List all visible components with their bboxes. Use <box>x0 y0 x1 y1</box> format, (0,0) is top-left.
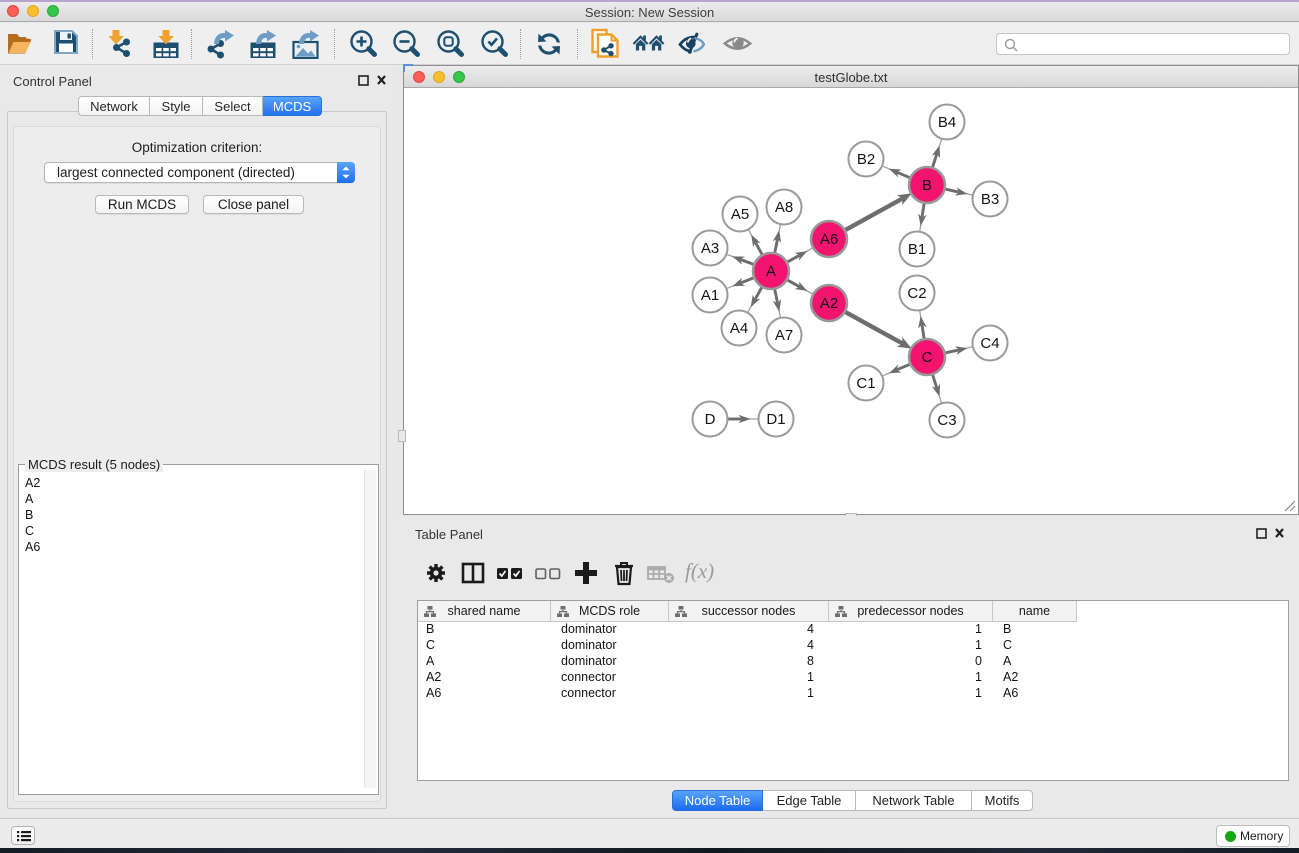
svg-text:A5: A5 <box>731 206 749 223</box>
svg-text:B4: B4 <box>938 114 956 131</box>
svg-text:A8: A8 <box>775 199 793 216</box>
svg-text:C1: C1 <box>856 375 875 392</box>
svg-text:A1: A1 <box>701 287 719 304</box>
svg-text:C3: C3 <box>937 412 956 429</box>
svg-text:D1: D1 <box>766 411 785 428</box>
svg-text:A2: A2 <box>820 295 838 312</box>
svg-text:B2: B2 <box>857 151 875 168</box>
svg-text:C: C <box>922 349 933 366</box>
svg-text:C2: C2 <box>907 285 926 302</box>
svg-text:B: B <box>922 177 932 194</box>
svg-text:D: D <box>705 411 716 428</box>
svg-text:A6: A6 <box>820 231 838 248</box>
svg-text:C4: C4 <box>980 335 999 352</box>
svg-text:A: A <box>766 263 776 280</box>
svg-text:B1: B1 <box>908 241 926 258</box>
svg-text:A4: A4 <box>730 320 748 337</box>
svg-text:A3: A3 <box>701 240 719 257</box>
svg-text:A7: A7 <box>775 327 793 344</box>
svg-text:B3: B3 <box>981 191 999 208</box>
